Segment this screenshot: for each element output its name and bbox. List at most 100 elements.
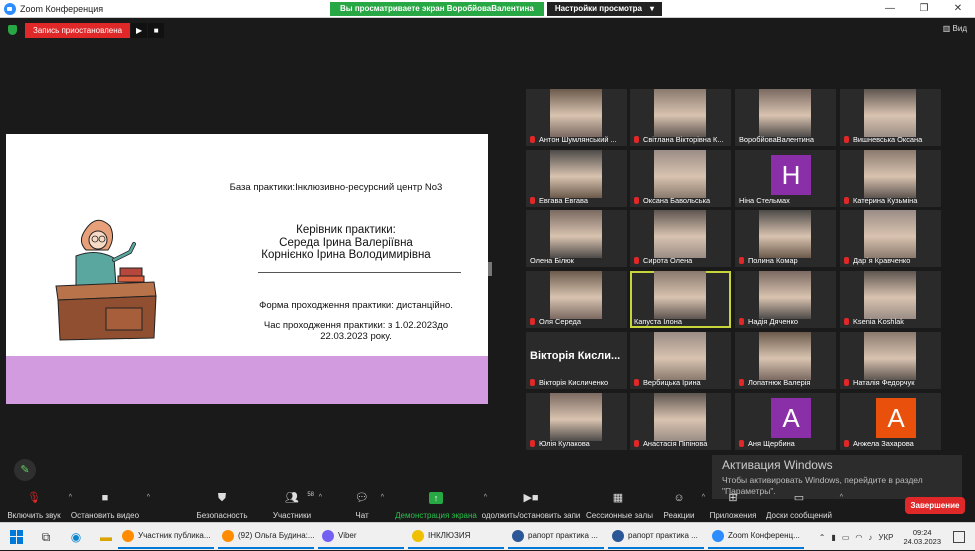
participant-tile[interactable]: Полина Комар bbox=[735, 210, 836, 267]
unmute-button[interactable]: 🎙︎ Включить звук ^ bbox=[6, 488, 72, 522]
edge-browser-icon[interactable]: ◉ bbox=[68, 529, 84, 545]
taskbar-app[interactable]: (92) Ольга Будина:... bbox=[218, 525, 314, 549]
avatar-initial: А bbox=[771, 398, 811, 438]
participant-tile[interactable]: Надія Дяченко bbox=[735, 271, 836, 328]
chevron-up-icon[interactable]: ^ bbox=[381, 494, 384, 501]
volume-icon[interactable]: ♪ bbox=[868, 533, 872, 542]
participant-tile[interactable]: Евгава Евгава bbox=[526, 150, 627, 207]
participant-tile[interactable]: Н Ніна Стельмах bbox=[735, 150, 836, 207]
muted-mic-icon bbox=[844, 257, 849, 264]
chevron-up-icon[interactable]: ^ bbox=[840, 494, 843, 501]
end-meeting-button[interactable]: Завершение bbox=[905, 497, 965, 514]
record-control-button[interactable]: ▶■ одолжить/остановить запи bbox=[479, 488, 583, 522]
security-button[interactable]: ⛊ Безопасность bbox=[196, 488, 248, 522]
participant-tile[interactable]: Катерина Кузьміна bbox=[840, 150, 941, 207]
view-settings-button[interactable]: Настройки просмотра ▾ bbox=[546, 2, 662, 16]
app-icon bbox=[712, 529, 724, 542]
windows-start-icon[interactable] bbox=[10, 529, 24, 544]
chevron-up-icon[interactable]: ⌃ bbox=[819, 533, 826, 542]
clock[interactable]: 09:24 24.03.2023 bbox=[903, 528, 941, 546]
reactions-button[interactable]: ☺ Реакции ^ bbox=[663, 488, 705, 522]
chevron-up-icon[interactable]: ^ bbox=[702, 494, 705, 501]
participant-tile[interactable]: ВоробйоваВалентина bbox=[735, 89, 836, 146]
participant-name: Оля Середа bbox=[530, 317, 625, 326]
participant-tile[interactable]: Антон Шумлянський ... bbox=[526, 89, 627, 146]
apps-label: Приложения bbox=[709, 511, 757, 520]
participant-tile[interactable]: А Аня Щербина bbox=[735, 393, 836, 450]
participant-video bbox=[759, 332, 811, 380]
shared-screen: База практики:Інклюзивно-ресурсний центр… bbox=[6, 134, 488, 404]
share-screen-button[interactable]: ↑ Демонстрация экрана ^ bbox=[395, 488, 487, 522]
stop-recording-button[interactable]: ■ bbox=[148, 22, 165, 38]
network-icon[interactable]: ▭ bbox=[842, 533, 850, 542]
system-tray: ⌃ ▮ ▭ ◠ ♪ УКР 09:24 24.03.2023 bbox=[813, 523, 975, 551]
participant-tile[interactable]: Капуста Ілона bbox=[630, 271, 731, 328]
participants-count: 58 bbox=[307, 492, 314, 498]
participant-name: Капуста Ілона bbox=[634, 317, 729, 326]
close-button[interactable]: ✕ bbox=[941, 0, 975, 18]
taskbar-app[interactable]: Viber bbox=[318, 525, 404, 549]
participant-display-name: Вікторія Кисли... bbox=[530, 350, 621, 362]
participant-tile[interactable]: Лопатнюк Валерія bbox=[735, 332, 836, 389]
taskbar-app[interactable]: Zoom Конференц... bbox=[708, 525, 804, 549]
split-resize-handle[interactable] bbox=[488, 262, 492, 276]
maximize-button[interactable]: ❐ bbox=[907, 0, 941, 18]
participant-tile[interactable]: Вишневська Оксана bbox=[840, 89, 941, 146]
chevron-up-icon[interactable]: ^ bbox=[147, 494, 150, 501]
chat-button[interactable]: 💬︎ Чат ^ bbox=[350, 488, 384, 522]
taskbar-app[interactable]: Участник публика... bbox=[118, 525, 214, 549]
participant-tile[interactable]: Ksenia Koshlak bbox=[840, 271, 941, 328]
notification-icon[interactable] bbox=[953, 531, 965, 543]
reactions-label: Реакции bbox=[663, 511, 695, 520]
task-view-icon[interactable]: ⧉ bbox=[38, 529, 54, 545]
participant-tile[interactable]: Юлія Кулакова bbox=[526, 393, 627, 450]
participants-button[interactable]: 👥︎ 58 Участники ^ bbox=[272, 488, 322, 522]
participant-name: Антон Шумлянський ... bbox=[530, 135, 625, 144]
participant-name: Наталія Федорчук bbox=[844, 378, 939, 387]
grid-icon: ▥ bbox=[942, 24, 953, 33]
apps-button[interactable]: ⊞ Приложения bbox=[708, 488, 758, 522]
practice-form: Форма проходження практики: дистанційно. bbox=[259, 300, 453, 311]
participant-tile[interactable]: Анастасія Піпінова bbox=[630, 393, 731, 450]
view-button[interactable]: ▥ Вид bbox=[943, 24, 967, 33]
participant-tile[interactable]: Сирота Олена bbox=[630, 210, 731, 267]
participant-name-text: ВоробйоваВалентина bbox=[739, 135, 814, 144]
participant-tile[interactable]: Олена Бiлюк bbox=[526, 210, 627, 267]
participant-video bbox=[654, 150, 706, 198]
stop-video-button[interactable]: ■ Остановить видео ^ bbox=[70, 488, 150, 522]
zoom-logo-icon bbox=[4, 2, 16, 15]
taskbar-app[interactable]: рапорт практика ... bbox=[608, 525, 704, 549]
minimize-button[interactable]: — bbox=[873, 0, 907, 18]
wifi-icon[interactable]: ◠ bbox=[855, 533, 862, 542]
file-explorer-icon[interactable]: ▬ bbox=[98, 529, 114, 545]
participant-tile[interactable]: Оксана Бавольська bbox=[630, 150, 731, 207]
participant-name-text: Полина Комар bbox=[748, 256, 798, 265]
muted-mic-icon bbox=[530, 136, 535, 143]
shield-icon[interactable] bbox=[8, 25, 17, 35]
language-indicator[interactable]: УКР bbox=[878, 533, 893, 542]
participant-video bbox=[550, 89, 602, 137]
whiteboards-button[interactable]: ▭ Доски сообщений ^ bbox=[765, 488, 843, 522]
taskbar-app[interactable]: рапорт практика ... bbox=[508, 525, 604, 549]
chat-label: Чат bbox=[355, 511, 369, 520]
breakout-rooms-button[interactable]: ▦ Сессионные залы bbox=[586, 488, 653, 522]
participant-tile[interactable]: Наталія Федорчук bbox=[840, 332, 941, 389]
smiley-plus-icon: ☺ bbox=[673, 492, 685, 504]
participant-video bbox=[654, 332, 706, 380]
participant-name: Оксана Бавольська bbox=[634, 196, 729, 205]
participant-tile[interactable]: А Анжела Захарова bbox=[840, 393, 941, 450]
taskbar-app[interactable]: ІНКЛЮЗИЯ bbox=[408, 525, 504, 549]
pencil-icon[interactable]: ✎ bbox=[14, 459, 36, 481]
muted-mic-icon bbox=[634, 136, 639, 143]
participant-name-text: Вербицька Ірина bbox=[643, 378, 701, 387]
usb-icon[interactable]: ▮ bbox=[831, 533, 835, 542]
participant-tile[interactable]: Світлана Вікторівна К... bbox=[630, 89, 731, 146]
participant-tile[interactable]: Дар`я Кравченко bbox=[840, 210, 941, 267]
participant-tile[interactable]: Оля Середа bbox=[526, 271, 627, 328]
share-banner: Вы просматриваете экран ВоробйоваВаленти… bbox=[330, 2, 662, 16]
muted-mic-icon: 🎙︎ bbox=[27, 492, 41, 504]
participant-tile[interactable]: Вікторія Кисли... Вікторія Кисличенко bbox=[526, 332, 627, 389]
resume-recording-button[interactable]: ▶ bbox=[131, 22, 148, 38]
participant-tile[interactable]: Вербицька Ірина bbox=[630, 332, 731, 389]
chevron-up-icon[interactable]: ^ bbox=[319, 494, 322, 501]
